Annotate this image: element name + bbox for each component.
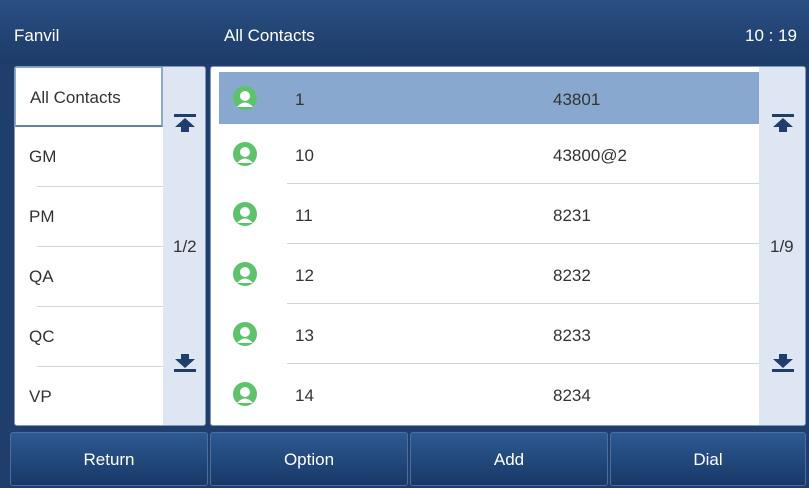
- dial-button[interactable]: Dial: [610, 432, 806, 486]
- group-label: PM: [29, 207, 55, 226]
- contact-row[interactable]: 13 8233: [219, 304, 759, 364]
- group-label: GM: [29, 147, 57, 166]
- contact-number: 43800@2: [553, 146, 627, 165]
- brand-label: Fanvil: [14, 26, 60, 45]
- group-item-pm[interactable]: PM: [15, 187, 163, 247]
- contact-row[interactable]: 12 8232: [219, 244, 759, 304]
- scroll-to-bottom-icon[interactable]: [771, 353, 795, 373]
- contact-row[interactable]: 11 8231: [219, 184, 759, 244]
- group-label: All Contacts: [30, 88, 121, 107]
- group-item-qa[interactable]: QA: [15, 247, 163, 307]
- contact-number: 8234: [553, 386, 591, 405]
- contact-name: 12: [295, 266, 314, 285]
- group-scrollbar[interactable]: 1/2: [163, 67, 205, 425]
- group-item-qc[interactable]: QC: [15, 307, 163, 367]
- contact-row[interactable]: 14 8234: [219, 364, 759, 424]
- contact-scrollbar[interactable]: 1/9: [759, 67, 805, 425]
- group-list: All Contacts GM PM QA QC VP 1/2: [14, 66, 206, 426]
- option-button[interactable]: Option: [210, 432, 408, 486]
- scroll-to-top-icon[interactable]: [173, 113, 197, 133]
- contact-number: 8232: [553, 266, 591, 285]
- contact-name: 10: [295, 146, 314, 165]
- contact-name: 13: [295, 326, 314, 345]
- contact-avatar-icon: [233, 86, 257, 110]
- contact-list: 1 43801 10 43800@2 11 8231 12 8232 13 82…: [210, 66, 806, 426]
- page-title: All Contacts: [224, 26, 315, 45]
- softkey-bar: Return Option Add Dial: [0, 430, 809, 488]
- contact-number: 43801: [553, 90, 601, 109]
- group-page-indicator: 1/2: [173, 237, 197, 256]
- contact-name: 14: [295, 386, 314, 405]
- contact-number: 8233: [553, 326, 591, 345]
- contact-page-indicator: 1/9: [770, 237, 794, 256]
- contact-row[interactable]: 10 43800@2: [219, 124, 759, 184]
- contact-name: 1: [295, 90, 305, 109]
- contact-avatar-icon: [233, 202, 257, 226]
- group-label: QA: [29, 267, 54, 286]
- clock: 10 : 19: [745, 26, 797, 45]
- status-bar: Fanvil All Contacts 10 : 19: [0, 0, 809, 64]
- group-label: VP: [29, 387, 52, 406]
- add-button[interactable]: Add: [410, 432, 608, 486]
- scroll-to-top-icon[interactable]: [771, 113, 795, 133]
- contact-avatar-icon: [233, 382, 257, 406]
- group-label: QC: [29, 327, 55, 346]
- group-item-gm[interactable]: GM: [15, 127, 163, 187]
- contact-name: 11: [295, 206, 313, 225]
- contact-number: 8231: [553, 206, 591, 225]
- contact-avatar-icon: [233, 262, 257, 286]
- scroll-to-bottom-icon[interactable]: [173, 353, 197, 373]
- contact-row[interactable]: 1 43801: [219, 72, 759, 124]
- contact-avatar-icon: [233, 142, 257, 166]
- contact-avatar-icon: [233, 322, 257, 346]
- group-item-vp[interactable]: VP: [15, 367, 163, 425]
- group-item-all-contacts[interactable]: All Contacts: [15, 67, 163, 127]
- return-button[interactable]: Return: [10, 432, 208, 486]
